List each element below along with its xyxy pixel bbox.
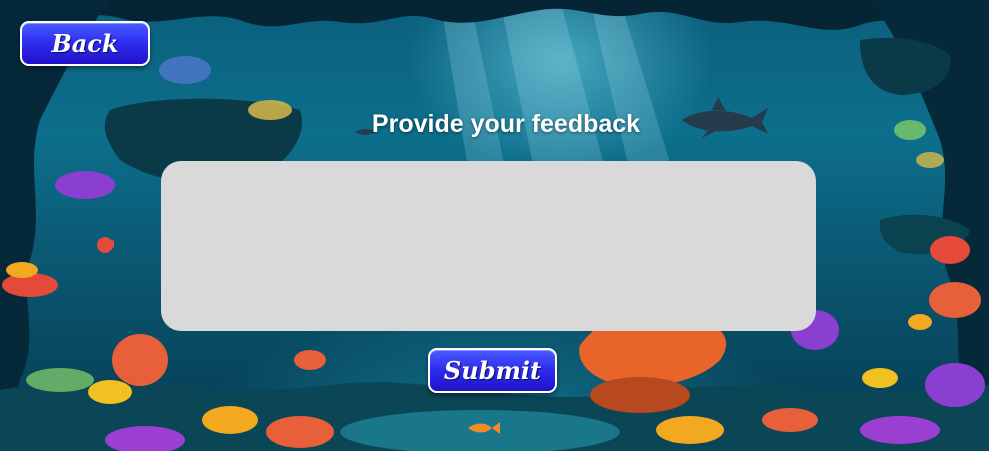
submit-button[interactable]: Submit [428,348,557,393]
feedback-title: Provide your feedback [371,110,641,138]
feedback-textarea[interactable] [161,161,816,331]
back-button[interactable]: Back [20,21,150,66]
